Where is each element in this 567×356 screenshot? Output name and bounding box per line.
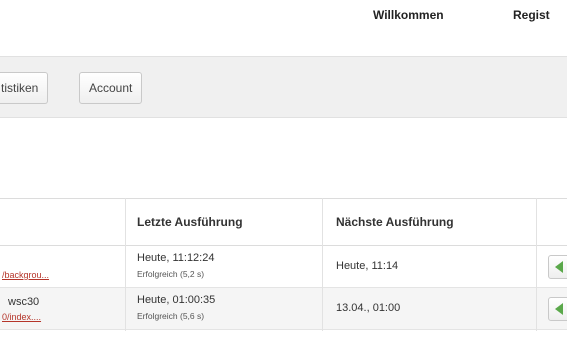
- next-run-time: Heute, 11:14: [336, 260, 399, 272]
- play-icon: [555, 303, 563, 315]
- run-job-button[interactable]: [548, 255, 567, 279]
- table-header: Letzte Ausführung Nächste Ausführung: [0, 198, 567, 246]
- table-row: /backgrou... Heute, 11:12:24 Erfolgreich…: [0, 246, 567, 288]
- next-run-time: 13.04., 01:00: [336, 302, 401, 314]
- last-run-status: Erfolgreich (5,2 s): [137, 269, 205, 279]
- job-url-link[interactable]: /backgrou...: [2, 270, 49, 280]
- table-row: wsc30 0/index.... Heute, 01:00:35 Erfolg…: [0, 288, 567, 330]
- last-run-status: Erfolgreich (5,6 s): [137, 311, 205, 321]
- top-navigation: Willkommen Regist: [0, 0, 567, 56]
- tab-bar: tistiken Account: [0, 56, 567, 118]
- column-divider: [536, 198, 537, 331]
- last-run-time: Heute, 11:12:24: [137, 252, 215, 264]
- tab-account[interactable]: Account: [79, 72, 143, 104]
- header-last-run: Letzte Ausführung: [137, 215, 243, 229]
- job-url-link[interactable]: 0/index....: [2, 312, 41, 322]
- play-icon: [555, 261, 563, 273]
- job-name: wsc30: [8, 296, 40, 308]
- tab-statistics[interactable]: tistiken: [0, 72, 49, 104]
- run-job-button[interactable]: [548, 297, 567, 321]
- column-divider: [125, 198, 126, 331]
- welcome-link[interactable]: Willkommen: [373, 8, 444, 22]
- last-run-time: Heute, 01:00:35: [137, 294, 216, 306]
- header-next-run: Nächste Ausführung: [336, 215, 454, 229]
- register-link[interactable]: Regist: [513, 8, 550, 22]
- column-divider: [322, 198, 323, 331]
